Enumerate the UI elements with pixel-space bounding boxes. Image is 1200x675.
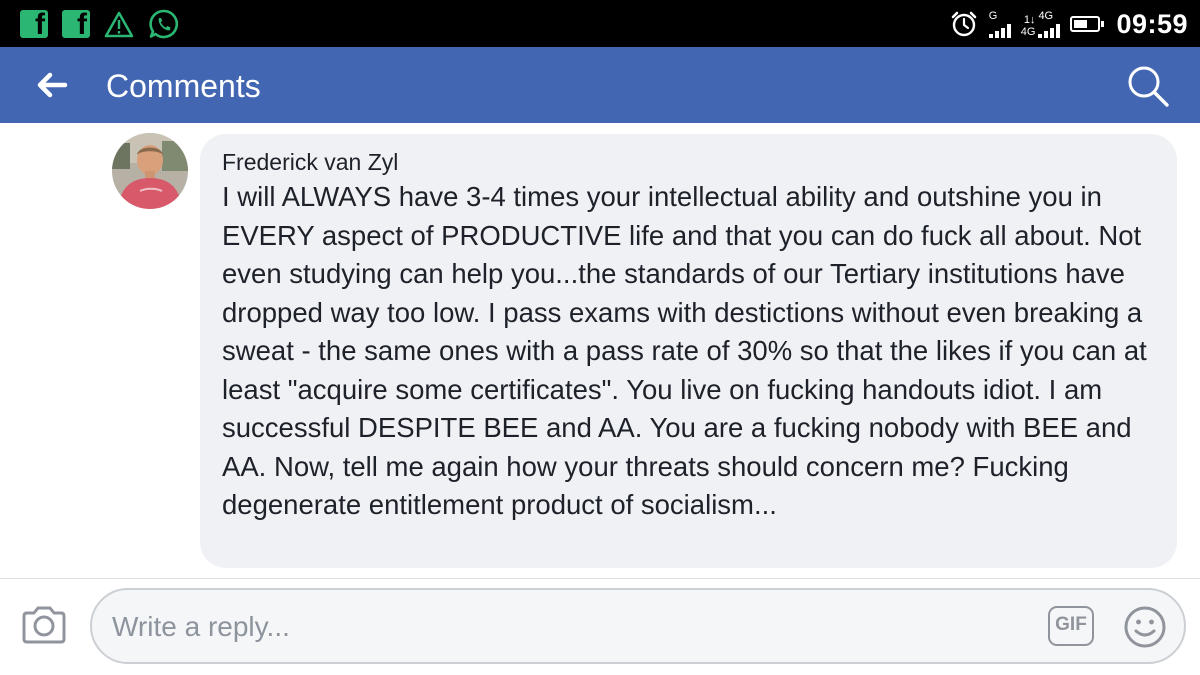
warning-icon [104,11,134,38]
camera-icon [22,606,66,644]
signal-icon [1038,24,1061,38]
notification-icons: f f [20,8,180,40]
smiley-icon [1124,606,1166,648]
avatar-photo [112,133,188,209]
comment-bubble[interactable]: Frederick van Zyl I will ALWAYS have 3-4… [200,134,1177,568]
back-button[interactable] [30,65,74,105]
signal-icon [988,24,1011,38]
comment-author[interactable]: Frederick van Zyl [222,146,1157,178]
gif-button[interactable]: GIF [1048,606,1094,646]
search-icon [1128,66,1169,107]
reply-input-container[interactable]: GIF [90,588,1186,664]
comments-list: Frederick van Zyl I will ALWAYS have 3-4… [0,123,1200,578]
whatsapp-icon [149,9,179,39]
sim1-network-label: G [988,10,998,22]
sim2-arrows-label: 1↓ [1023,14,1036,26]
status-bar: f f G 1↓ 4G 4G 09:59 [0,0,1200,47]
sim2-network-top-label: 4G [1038,10,1054,22]
page-title: Comments [106,68,261,104]
sim2-signal: 1↓ 4G 4G [1021,10,1061,38]
app-bar: Comments [0,47,1200,123]
camera-button[interactable] [20,604,68,646]
sim1-signal: G [988,10,1011,38]
battery-fill [1074,20,1088,28]
reply-bar: GIF [0,579,1200,675]
facebook-icon: f [62,10,90,38]
emoji-button[interactable] [1122,604,1168,650]
system-status: G 1↓ 4G 4G 09:59 [949,6,1188,42]
comment-text: I will ALWAYS have 3-4 times your intell… [222,181,1147,520]
reply-input[interactable] [110,602,1014,652]
sim2-network-bottom-label: 4G [1020,26,1036,38]
battery-icon [1070,16,1105,32]
facebook-icon: f [20,10,48,38]
arrow-left-icon [37,72,68,98]
avatar[interactable] [112,133,188,209]
clock: 09:59 [1116,8,1188,39]
alarm-icon [951,11,977,37]
search-button[interactable] [1124,63,1172,109]
